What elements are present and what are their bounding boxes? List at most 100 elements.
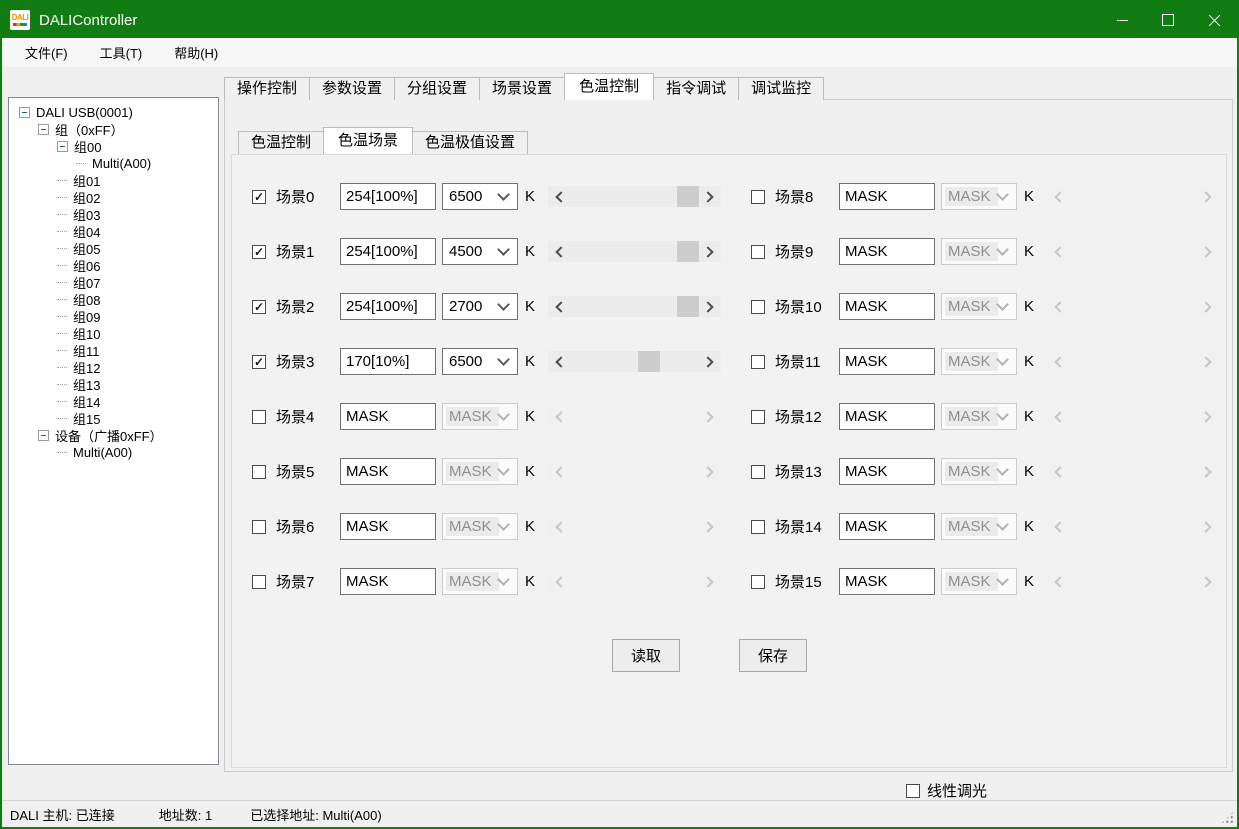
scene-checkbox[interactable]: ✓ [252, 190, 266, 204]
linear-dimming-checkbox[interactable] [906, 784, 920, 798]
tree-item[interactable]: 组15 [9, 410, 218, 427]
scene-checkbox[interactable]: ✓ [252, 300, 266, 314]
scene-checkbox[interactable] [252, 575, 266, 589]
tab-操作控制[interactable]: 操作控制 [224, 77, 310, 100]
scene-level-input[interactable] [340, 513, 436, 540]
subtab-色温控制[interactable]: 色温控制 [238, 131, 324, 154]
scene-level-input[interactable] [839, 238, 935, 265]
scene-checkbox[interactable] [751, 245, 765, 259]
tree-item[interactable]: 组05 [9, 240, 218, 257]
tree-item[interactable]: 组06 [9, 257, 218, 274]
tab-调试监控[interactable]: 调试监控 [738, 77, 824, 100]
scroll-left-icon[interactable] [555, 191, 566, 202]
tree-item[interactable]: 组08 [9, 291, 218, 308]
tree-item[interactable]: 组09 [9, 308, 218, 325]
menu-item[interactable]: 工具(T) [89, 39, 154, 66]
brightness-scrollbar[interactable] [548, 186, 721, 207]
scroll-left-icon[interactable] [555, 301, 566, 312]
scene-level-input[interactable] [340, 458, 436, 485]
scene-checkbox[interactable]: ✓ [252, 245, 266, 259]
tree-item[interactable]: 组04 [9, 223, 218, 240]
scene-checkbox[interactable]: ✓ [252, 355, 266, 369]
tree-item[interactable]: 组00 [9, 138, 218, 155]
brightness-scrollbar[interactable] [548, 351, 721, 372]
brightness-scrollbar[interactable] [548, 296, 721, 317]
scene-level-input[interactable] [340, 293, 436, 320]
menu-item[interactable]: 文件(F) [14, 39, 79, 66]
scene-checkbox[interactable] [751, 300, 765, 314]
kelvin-dropdown[interactable]: 4500 [442, 238, 518, 265]
scrollbar-thumb[interactable] [677, 241, 699, 262]
tree-item[interactable]: 设备（广播0xFF） [9, 427, 218, 444]
scroll-left-icon[interactable] [555, 246, 566, 257]
scene-level-input[interactable] [839, 513, 935, 540]
scene-level-input[interactable] [340, 568, 436, 595]
tab-指令调试[interactable]: 指令调试 [653, 77, 739, 100]
scrollbar-thumb[interactable] [677, 186, 699, 207]
scroll-left-icon[interactable] [555, 356, 566, 367]
tree-collapse-icon[interactable] [57, 141, 68, 152]
tab-参数设置[interactable]: 参数设置 [309, 77, 395, 100]
tab-场景设置[interactable]: 场景设置 [479, 77, 565, 100]
tab-色温控制[interactable]: 色温控制 [564, 73, 654, 100]
scrollbar-thumb[interactable] [677, 296, 699, 317]
scroll-right-icon[interactable] [702, 191, 713, 202]
tree-item[interactable]: 组02 [9, 189, 218, 206]
scene-level-input[interactable] [340, 238, 436, 265]
subtab-色温极值设置[interactable]: 色温极值设置 [412, 131, 528, 154]
scene-grid: ✓场景06500K✓场景14500K✓场景22700K✓场景36500K场景4M… [252, 182, 1219, 596]
tree-item[interactable]: Multi(A00) [9, 155, 218, 172]
scene-checkbox[interactable] [252, 520, 266, 534]
maximize-button[interactable] [1145, 2, 1191, 38]
scene-checkbox[interactable] [751, 190, 765, 204]
tree-item[interactable]: Multi(A00) [9, 444, 218, 461]
scene-level-input[interactable] [839, 183, 935, 210]
tree-item[interactable]: DALI USB(0001) [9, 104, 218, 121]
kelvin-dropdown[interactable]: 6500 [442, 348, 518, 375]
tree-collapse-icon[interactable] [19, 107, 30, 118]
scene-checkbox[interactable] [252, 465, 266, 479]
read-button[interactable]: 读取 [612, 639, 680, 672]
scene-level-input[interactable] [839, 458, 935, 485]
tree-item[interactable]: 组01 [9, 172, 218, 189]
scroll-right-icon[interactable] [702, 246, 713, 257]
minimize-button[interactable] [1099, 2, 1145, 38]
scene-checkbox[interactable] [252, 410, 266, 424]
menu-item[interactable]: 帮助(H) [163, 39, 229, 66]
tree-item[interactable]: 组03 [9, 206, 218, 223]
tree-item[interactable]: 组12 [9, 359, 218, 376]
resize-grip-icon[interactable] [1221, 811, 1234, 824]
scene-checkbox[interactable] [751, 575, 765, 589]
tab-分组设置[interactable]: 分组设置 [394, 77, 480, 100]
scene-level-input[interactable] [839, 348, 935, 375]
tree-item[interactable]: 组（0xFF） [9, 121, 218, 138]
close-button[interactable] [1191, 2, 1237, 38]
tree-item[interactable]: 组13 [9, 376, 218, 393]
kelvin-dropdown-value: MASK [446, 572, 499, 591]
scene-level-input[interactable] [340, 183, 436, 210]
scene-level-input[interactable] [340, 348, 436, 375]
scroll-right-icon[interactable] [702, 356, 713, 367]
scene-checkbox[interactable] [751, 520, 765, 534]
scroll-right-icon[interactable] [702, 301, 713, 312]
tree-collapse-icon[interactable] [38, 430, 49, 441]
kelvin-dropdown[interactable]: 2700 [442, 293, 518, 320]
scene-level-input[interactable] [340, 403, 436, 430]
save-button[interactable]: 保存 [739, 639, 807, 672]
tree-item[interactable]: 组10 [9, 325, 218, 342]
brightness-scrollbar[interactable] [548, 241, 721, 262]
tree-item[interactable]: 组14 [9, 393, 218, 410]
tree-collapse-icon[interactable] [38, 124, 49, 135]
scene-checkbox[interactable] [751, 465, 765, 479]
scene-level-input[interactable] [839, 568, 935, 595]
kelvin-dropdown[interactable]: 6500 [442, 183, 518, 210]
subtab-色温场景[interactable]: 色温场景 [323, 127, 413, 154]
tree-item[interactable]: 组11 [9, 342, 218, 359]
tree-item[interactable]: 组07 [9, 274, 218, 291]
scene-checkbox[interactable] [751, 410, 765, 424]
scrollbar-thumb[interactable] [638, 351, 660, 372]
scene-level-input[interactable] [839, 403, 935, 430]
kelvin-unit-label: K [525, 518, 539, 535]
scene-checkbox[interactable] [751, 355, 765, 369]
scene-level-input[interactable] [839, 293, 935, 320]
